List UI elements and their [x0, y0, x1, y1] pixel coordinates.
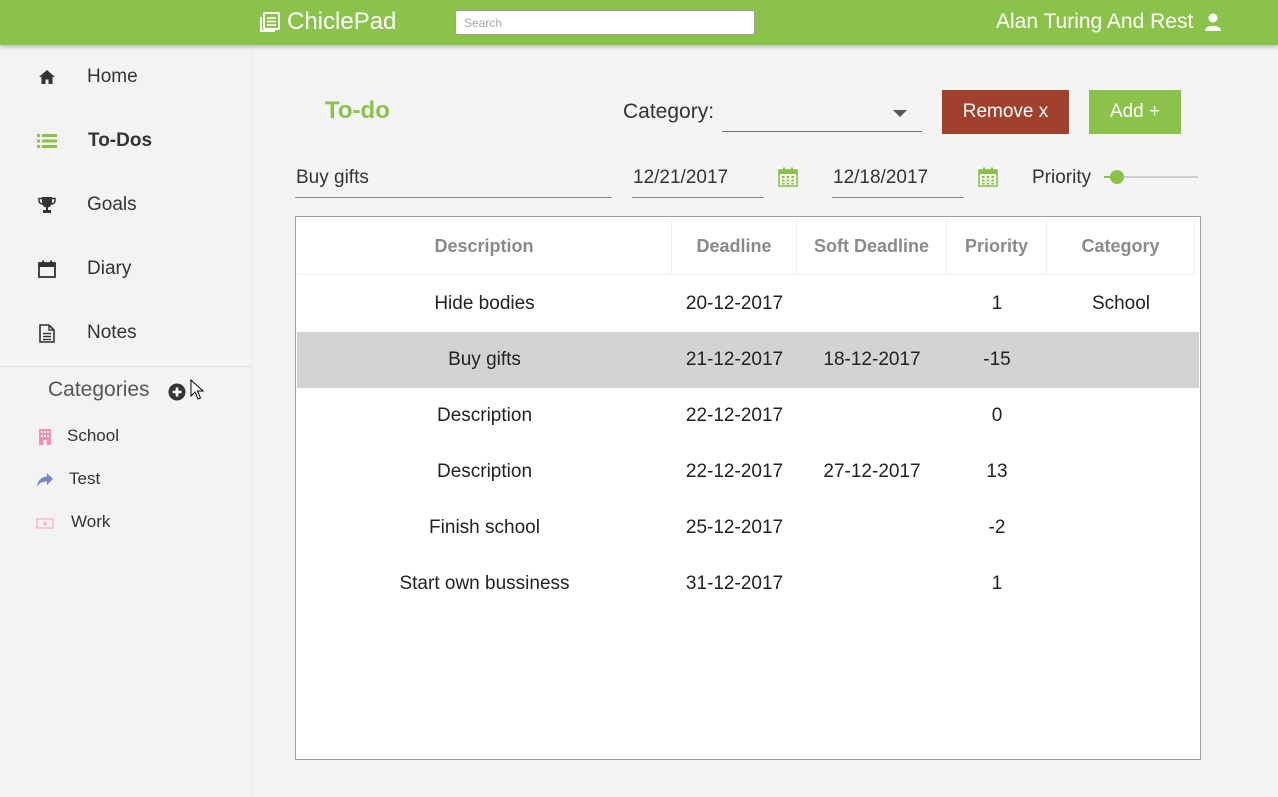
cell-deadline: 25-12-2017: [685, 517, 784, 538]
calendar-icon: [37, 259, 57, 279]
categories-title: Categories: [48, 378, 150, 401]
document-icon: [37, 323, 57, 343]
cell-priority: -15: [983, 349, 1011, 370]
trophy-icon: [37, 195, 57, 215]
cell-description: Start own bussiness: [399, 573, 570, 594]
category-label: School: [67, 426, 119, 445]
chevron-down-icon: [893, 110, 907, 117]
remove-button[interactable]: Remove x: [942, 90, 1069, 134]
mouse-cursor-icon: [190, 379, 204, 400]
category-label: Work: [71, 512, 111, 531]
sidebar-item-label: Goals: [87, 194, 137, 215]
cell-soft-deadline: 27-12-2017: [823, 461, 921, 482]
cell-description: Finish school: [429, 517, 540, 538]
cell-soft-deadline: [797, 276, 947, 332]
todo-table: Description Deadline Soft Deadline Prior…: [295, 216, 1201, 760]
cell-description: Description: [436, 405, 533, 426]
cell-priority: 1: [991, 573, 1003, 594]
cell-category: [1047, 444, 1195, 500]
category-select[interactable]: [722, 92, 922, 132]
sidebar-item-notes[interactable]: Notes: [0, 308, 252, 358]
deadline-field[interactable]: 12/21/2017: [632, 160, 764, 198]
cell-description: Description: [436, 461, 533, 482]
cell-priority: 1: [991, 293, 1003, 314]
sidebar-item-label: Notes: [87, 322, 137, 343]
calendar-icon[interactable]: [778, 167, 798, 187]
cell-soft-deadline: 18-12-2017: [823, 349, 921, 370]
cell-category: [1047, 388, 1195, 444]
brand[interactable]: ChiclePad: [259, 8, 396, 36]
cell-description: Hide bodies: [434, 293, 535, 314]
category-item-school[interactable]: School: [0, 422, 252, 452]
cell-category: [1047, 556, 1195, 612]
cell-priority: 0: [991, 405, 1003, 426]
category-item-test[interactable]: Test: [0, 465, 252, 495]
column-header-priority[interactable]: Priority: [947, 218, 1047, 275]
table-row[interactable]: Description 22-12-2017 0: [297, 388, 1199, 444]
search-input[interactable]: [455, 10, 755, 35]
sidebar-item-home[interactable]: Home: [0, 52, 252, 102]
top-bar: ChiclePad Alan Turing And Rest: [0, 0, 1278, 45]
user-icon: [1205, 13, 1222, 31]
cell-deadline: 21-12-2017: [685, 349, 784, 370]
sidebar-item-label: To-Dos: [88, 130, 153, 151]
cell-priority: -2: [988, 517, 1006, 538]
column-header-soft-deadline[interactable]: Soft Deadline: [797, 218, 947, 275]
cell-priority: 13: [986, 461, 1008, 482]
priority-slider-thumb[interactable]: [1110, 170, 1125, 184]
category-filter-label: Category:: [623, 100, 715, 123]
cell-category: [1047, 500, 1195, 556]
column-header-deadline[interactable]: Deadline: [672, 218, 797, 275]
sidebar-item-diary[interactable]: Diary: [0, 244, 252, 294]
category-label: Test: [69, 469, 101, 488]
sidebar: Home To-Dos Goals Diary Notes Categories…: [0, 45, 252, 797]
cell-deadline: 31-12-2017: [685, 573, 784, 594]
sidebar-divider: [0, 366, 252, 367]
cell-soft-deadline: [797, 388, 947, 444]
cell-soft-deadline: [797, 556, 947, 612]
user-name: Alan Turing And Rest: [996, 10, 1194, 33]
cell-deadline: 22-12-2017: [685, 405, 784, 426]
column-header-category[interactable]: Category: [1047, 218, 1195, 275]
page-title: To-do: [325, 97, 390, 124]
user-menu[interactable]: Alan Turing And Rest: [996, 10, 1222, 34]
cell-description: Buy gifts: [448, 349, 521, 370]
cell-soft-deadline: [797, 500, 947, 556]
table-row[interactable]: Description 22-12-2017 27-12-2017 13: [297, 444, 1199, 500]
sidebar-item-todos[interactable]: To-Dos: [0, 116, 252, 166]
cell-deadline: 22-12-2017: [685, 461, 784, 482]
table-header: Description Deadline Soft Deadline Prior…: [297, 218, 1195, 275]
notebook-icon: [260, 12, 280, 32]
share-icon: [37, 473, 53, 487]
home-icon: [37, 67, 57, 87]
cell-category: School: [1091, 293, 1151, 314]
table-row[interactable]: Start own bussiness 31-12-2017 1: [297, 556, 1199, 612]
table-row[interactable]: Hide bodies 20-12-2017 1 School: [297, 276, 1199, 332]
add-category-icon[interactable]: [168, 383, 186, 401]
building-icon: [39, 429, 51, 445]
description-field[interactable]: Buy gifts: [295, 160, 612, 198]
add-button[interactable]: Add +: [1089, 90, 1181, 134]
soft-deadline-field[interactable]: 12/18/2017: [832, 160, 964, 198]
sidebar-item-goals[interactable]: Goals: [0, 180, 252, 230]
app-title: ChiclePad: [287, 8, 397, 35]
priority-label: Priority: [1032, 167, 1092, 188]
sidebar-item-label: Diary: [87, 258, 132, 279]
calendar-icon[interactable]: [978, 167, 998, 187]
sidebar-item-label: Home: [87, 66, 138, 87]
table-row[interactable]: Finish school 25-12-2017 -2: [297, 500, 1199, 556]
cell-deadline: 20-12-2017: [685, 293, 784, 314]
table-row[interactable]: Buy gifts 21-12-2017 18-12-2017 -15: [297, 332, 1199, 388]
list-icon: [37, 131, 57, 151]
cell-category: [1047, 332, 1195, 388]
money-icon: [36, 518, 54, 529]
category-item-work[interactable]: Work: [0, 508, 252, 538]
column-header-description[interactable]: Description: [297, 218, 672, 275]
